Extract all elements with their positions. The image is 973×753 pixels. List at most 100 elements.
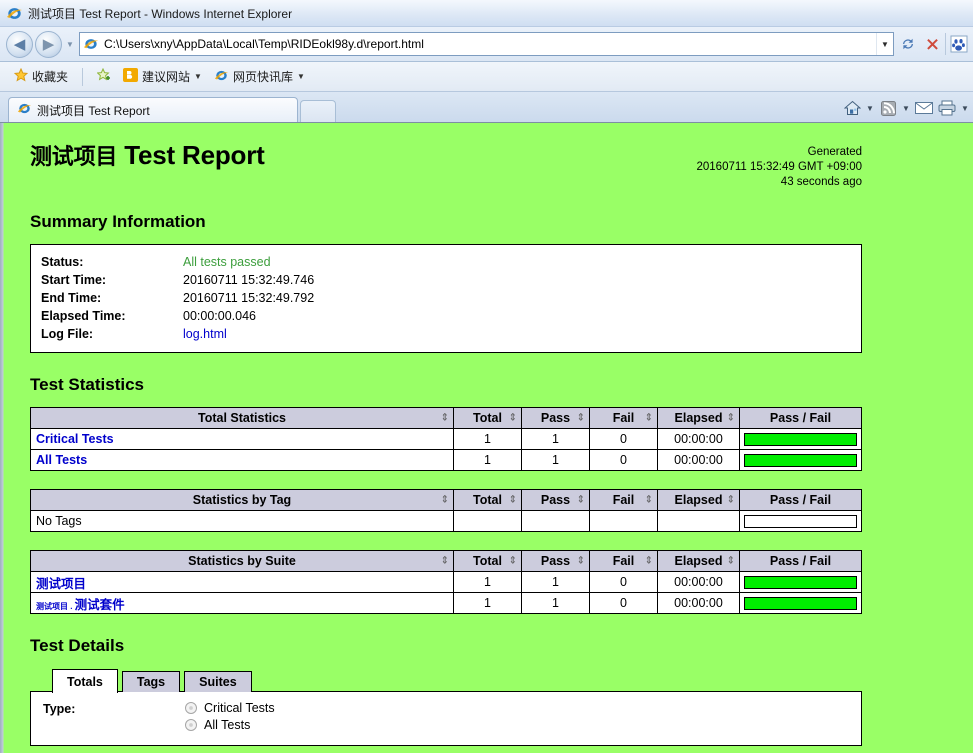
address-bar[interactable]: C:\Users\xny\AppData\Local\Temp\RIDEokl9… xyxy=(79,32,894,56)
column-header-statistics-by-suite[interactable]: Statistics by Suite ⇕ xyxy=(30,550,454,572)
favorites-button[interactable]: 收藏夹 xyxy=(10,66,72,87)
row-name-cell[interactable]: All Tests xyxy=(30,449,454,471)
refresh-button[interactable] xyxy=(896,32,920,56)
row-name-link[interactable]: All Tests xyxy=(36,453,87,467)
sort-arrows-icon[interactable]: ⇕ xyxy=(509,413,517,424)
tab-suites[interactable]: Suites xyxy=(184,671,252,692)
tab-tags[interactable]: Tags xyxy=(121,671,181,692)
row-name-cell[interactable]: 测试项目 xyxy=(30,571,454,593)
table-header-row: Statistics by Suite ⇕ Total ⇕ Pass ⇕ Fail ⇕ Elap… xyxy=(30,550,862,572)
home-icon[interactable] xyxy=(841,97,863,119)
mail-icon[interactable] xyxy=(913,97,935,119)
statistics-table: Statistics by Tag ⇕ Total ⇕ Pass ⇕ Fail ⇕ Elapse… xyxy=(30,489,862,532)
home-chevron-down-icon[interactable]: ▼ xyxy=(864,104,876,113)
table-row: No Tags xyxy=(30,510,862,532)
generated-relative: 43 seconds ago xyxy=(780,176,862,188)
web-slice-icon xyxy=(214,68,229,86)
column-header-total[interactable]: Total ⇕ xyxy=(453,407,522,429)
page-title: 测试项目 Test Report xyxy=(30,140,265,171)
recent-pages-caret-icon[interactable]: ▼ xyxy=(63,40,77,49)
summary-row: Elapsed Time: 00:00:00.046 xyxy=(41,307,851,325)
sort-arrows-icon[interactable]: ⇕ xyxy=(727,413,735,424)
pass-bar-segment xyxy=(745,576,856,588)
row-name-cell[interactable]: 测试项目 . 测试套件 xyxy=(30,592,454,614)
sort-arrows-icon[interactable]: ⇕ xyxy=(727,495,735,506)
summary-row-label: Elapsed Time: xyxy=(41,309,126,323)
baidu-toolbar-icon[interactable] xyxy=(947,32,971,56)
column-header-pass-fail[interactable]: Pass / Fail xyxy=(739,550,862,572)
summary-row-value: 00:00:00.046 xyxy=(183,309,256,323)
feeds-icon[interactable] xyxy=(877,97,899,119)
address-bar-url[interactable]: C:\Users\xny\AppData\Local\Temp\RIDEokl9… xyxy=(104,37,876,51)
column-header-total-statistics[interactable]: Total Statistics ⇕ xyxy=(30,407,454,429)
sort-arrows-icon[interactable]: ⇕ xyxy=(645,495,653,506)
column-header-pass[interactable]: Pass ⇕ xyxy=(521,550,590,572)
forward-button[interactable]: ▶ xyxy=(35,30,62,58)
suggested-sites-item[interactable]: 建议网站 ▼ xyxy=(119,66,206,87)
column-header-pass-fail[interactable]: Pass / Fail xyxy=(739,407,862,429)
column-header-elapsed[interactable]: Elapsed ⇕ xyxy=(657,407,740,429)
type-filter-row: Type: Critical Tests All Tests xyxy=(43,701,849,732)
pass-fail-bar-cell xyxy=(739,510,862,532)
back-button[interactable]: ◀ xyxy=(6,30,33,58)
row-name-link[interactable]: 测试项目 xyxy=(36,577,86,591)
column-header-pass-fail[interactable]: Pass / Fail xyxy=(739,489,862,511)
column-header-pass[interactable]: Pass ⇕ xyxy=(521,407,590,429)
sort-arrows-icon[interactable]: ⇕ xyxy=(441,413,449,424)
sort-arrows-icon[interactable]: ⇕ xyxy=(509,495,517,506)
navigation-bar: ◀ ▶ ▼ C:\Users\xny\AppData\Local\Temp\RI… xyxy=(0,27,973,62)
type-radio-all-tests[interactable]: All Tests xyxy=(185,718,275,732)
web-slice-gallery-item[interactable]: 网页快讯库 ▼ xyxy=(210,66,309,88)
column-header-total[interactable]: Total ⇕ xyxy=(453,489,522,511)
row-fail-cell: 0 xyxy=(589,571,658,593)
print-chevron-down-icon[interactable]: ▼ xyxy=(959,104,971,113)
summary-heading: Summary Information xyxy=(30,212,206,231)
sort-arrows-icon[interactable]: ⇕ xyxy=(577,413,585,424)
tab-totals[interactable]: Totals xyxy=(52,669,118,693)
stop-button[interactable] xyxy=(920,32,944,56)
summary-row-value: All tests passed xyxy=(183,255,271,269)
column-header-elapsed[interactable]: Elapsed ⇕ xyxy=(657,550,740,572)
column-header-fail[interactable]: Fail ⇕ xyxy=(589,407,658,429)
type-radio-critical-tests[interactable]: Critical Tests xyxy=(185,701,275,715)
sort-arrows-icon[interactable]: ⇕ xyxy=(577,556,585,567)
sort-arrows-icon[interactable]: ⇕ xyxy=(645,413,653,424)
log-file-link[interactable]: log.html xyxy=(183,327,227,341)
column-header-label: Statistics by Tag xyxy=(192,493,292,507)
row-name-link[interactable]: 测试项目 . 测试套件 xyxy=(36,598,125,612)
column-header-fail[interactable]: Fail ⇕ xyxy=(589,550,658,572)
summary-row-value[interactable]: log.html xyxy=(183,325,227,343)
column-header-total[interactable]: Total ⇕ xyxy=(453,550,522,572)
radio-button-icon[interactable] xyxy=(185,702,197,714)
sort-arrows-icon[interactable]: ⇕ xyxy=(441,556,449,567)
address-history-caret-icon[interactable]: ▼ xyxy=(876,33,893,55)
add-to-favorites-bar-button[interactable] xyxy=(93,66,115,87)
sort-arrows-icon[interactable]: ⇕ xyxy=(727,556,735,567)
column-header-pass[interactable]: Pass ⇕ xyxy=(521,489,590,511)
chevron-down-icon[interactable]: ▼ xyxy=(297,72,305,81)
sort-arrows-icon[interactable]: ⇕ xyxy=(645,556,653,567)
tab-test-report[interactable]: 测试项目 Test Report xyxy=(8,97,298,122)
table-row: All Tests 1 1 0 00:00:00 xyxy=(30,449,862,471)
summary-row: Start Time: 20160711 15:32:49.746 xyxy=(41,271,851,289)
sort-arrows-icon[interactable]: ⇕ xyxy=(577,495,585,506)
column-header-label: Total xyxy=(473,493,502,507)
feeds-chevron-down-icon[interactable]: ▼ xyxy=(900,104,912,113)
print-icon[interactable] xyxy=(936,97,958,119)
column-header-statistics-by-tag[interactable]: Statistics by Tag ⇕ xyxy=(30,489,454,511)
new-tab-button[interactable] xyxy=(300,100,336,122)
column-header-fail[interactable]: Fail ⇕ xyxy=(589,489,658,511)
column-header-elapsed[interactable]: Elapsed ⇕ xyxy=(657,489,740,511)
chevron-down-icon[interactable]: ▼ xyxy=(194,72,202,81)
summary-row: End Time: 20160711 15:32:49.792 xyxy=(41,289,851,307)
sort-arrows-icon[interactable]: ⇕ xyxy=(509,556,517,567)
row-name-link[interactable]: Critical Tests xyxy=(36,432,114,446)
table-header-row: Total Statistics ⇕ Total ⇕ Pass ⇕ Fail ⇕ Elapsed… xyxy=(30,407,862,429)
summary-row: Log File: log.html xyxy=(41,325,851,343)
row-name-cell[interactable]: Critical Tests xyxy=(30,428,454,450)
back-arrow-icon: ◀ xyxy=(13,35,26,53)
radio-button-icon[interactable] xyxy=(185,719,197,731)
row-total-cell: 1 xyxy=(453,592,522,614)
pass-fail-bar-cell xyxy=(739,592,862,614)
sort-arrows-icon[interactable]: ⇕ xyxy=(441,495,449,506)
